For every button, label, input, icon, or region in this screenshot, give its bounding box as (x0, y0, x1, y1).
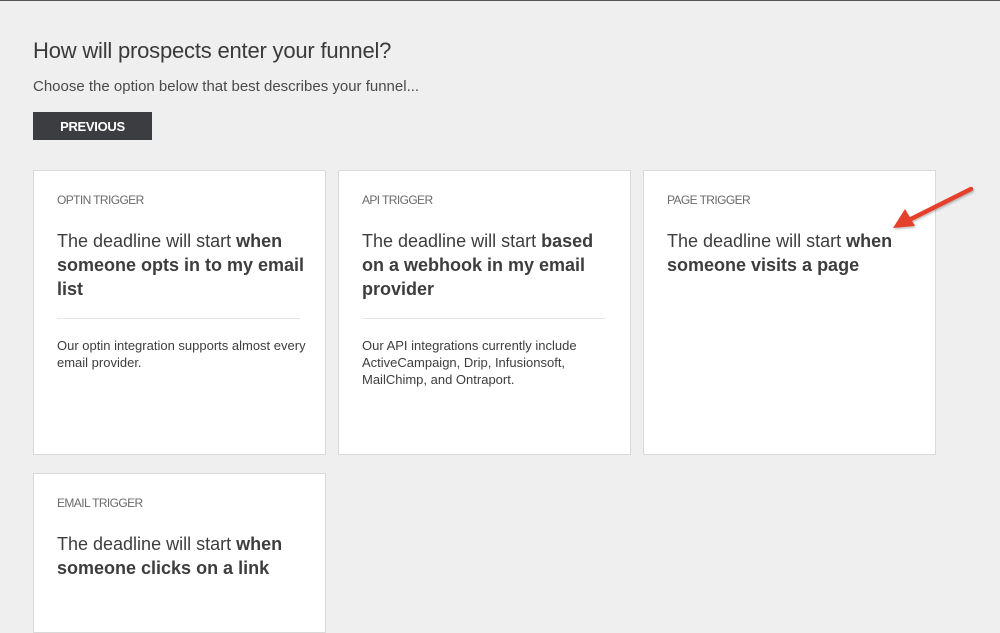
card-heading-plain: The deadline will start (667, 231, 847, 251)
card-heading: The deadline will start based on a webho… (362, 229, 617, 301)
page-subtitle: Choose the option below that best descri… (33, 78, 420, 95)
card-heading-plain: The deadline will start (57, 534, 237, 554)
card-description: Our optin integration supports almost ev… (57, 338, 306, 370)
card-label: PAGE TRIGGER (667, 193, 751, 207)
card-heading: The deadline will start when someone opt… (57, 229, 312, 301)
card-label: API TRIGGER (362, 193, 433, 207)
card-heading: The deadline will start when someone vis… (667, 229, 922, 277)
card-heading-plain: The deadline will start (362, 231, 542, 251)
optin-trigger-card[interactable]: OPTIN TRIGGER The deadline will start wh… (33, 170, 326, 455)
previous-button[interactable]: PREVIOUS (33, 112, 152, 140)
email-trigger-card[interactable]: EMAIL TRIGGER The deadline will start wh… (33, 473, 326, 633)
card-label: EMAIL TRIGGER (57, 496, 143, 510)
card-heading-plain: The deadline will start (57, 231, 237, 251)
card-heading: The deadline will start when someone cli… (57, 532, 312, 580)
card-label: OPTIN TRIGGER (57, 193, 144, 207)
card-description: Our API integrations currently include A… (362, 338, 577, 387)
card-divider (57, 318, 300, 319)
api-trigger-card[interactable]: API TRIGGER The deadline will start base… (338, 170, 631, 455)
card-divider (362, 318, 605, 319)
page-title: How will prospects enter your funnel? (33, 38, 392, 63)
arrow-pointer-icon (893, 186, 974, 228)
